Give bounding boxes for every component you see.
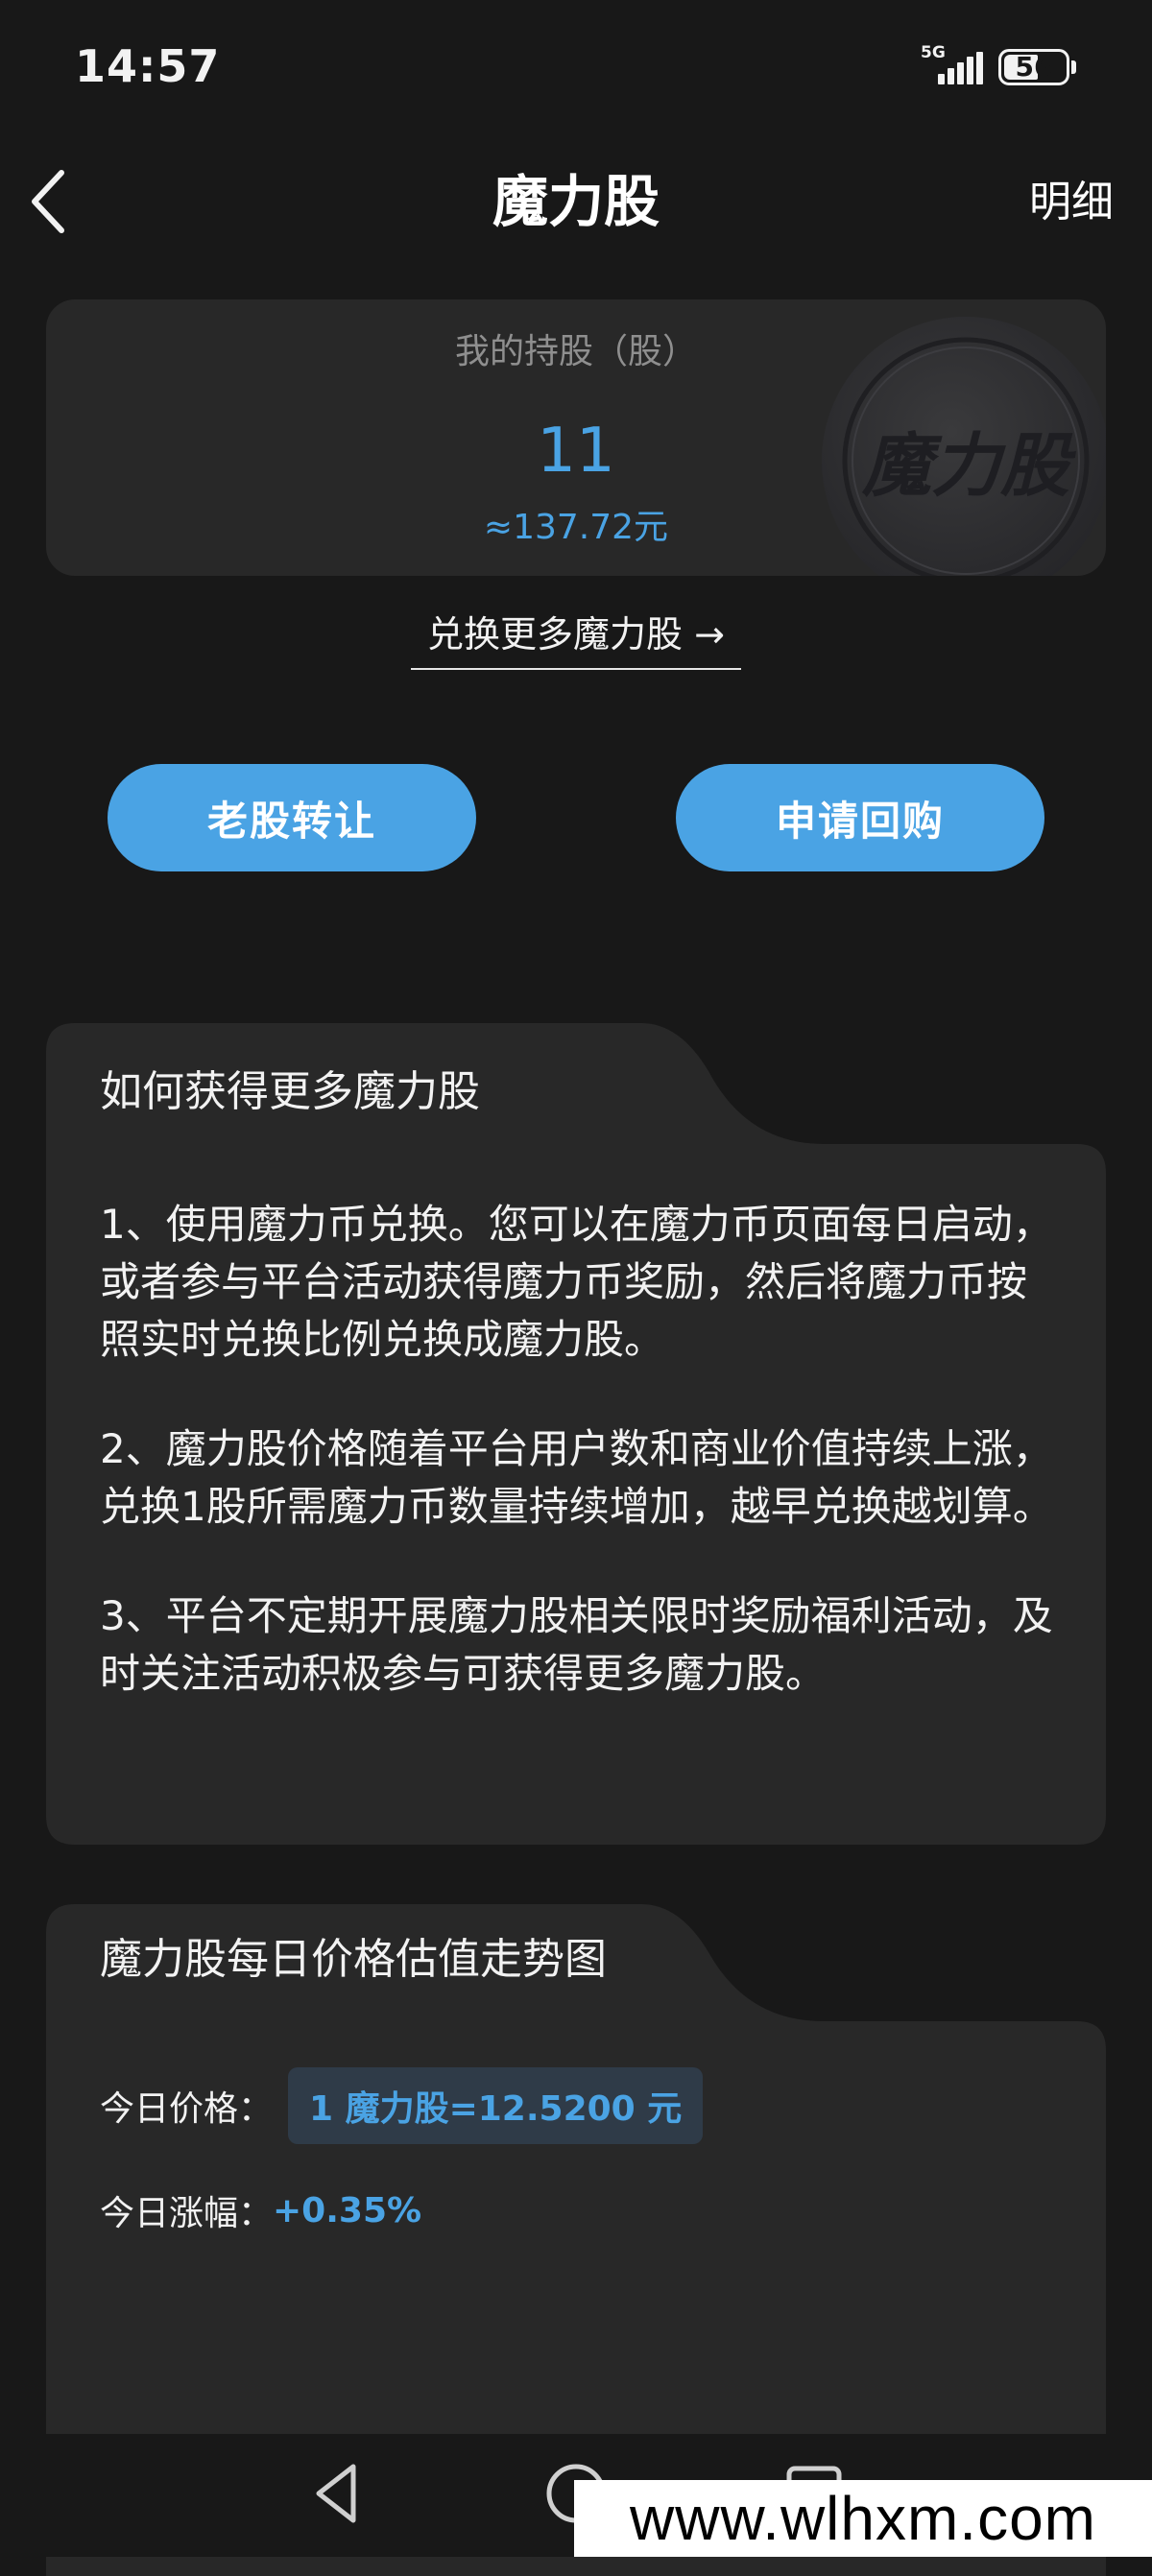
exchange-more-link[interactable]: 兑换更多魔力股 → [411, 607, 741, 670]
battery-level: 56 [1015, 51, 1053, 83]
buyback-button[interactable]: 申请回购 [676, 764, 1044, 871]
transfer-button[interactable]: 老股转让 [108, 764, 476, 871]
how-to-card: 如何获得更多魔力股 1、使用魔力币兑换。您可以在魔力币页面每日启动，或者参与平台… [46, 1023, 1106, 1845]
today-change-row: 今日涨幅： +0.35% [100, 2177, 421, 2244]
today-price-row: 今日价格： 1 魔力股=12.5200 元 [100, 2067, 704, 2144]
signal-icon [938, 52, 983, 84]
detail-button[interactable]: 明细 [1029, 171, 1114, 234]
today-change-value: +0.35% [273, 2190, 422, 2230]
how-to-list: 1、使用魔力币兑换。您可以在魔力币页面每日启动，或者参与平台活动获得魔力币奖励，… [100, 1196, 1060, 1703]
holdings-cny-value: ≈137.72元 [483, 508, 669, 547]
status-indicators: 5G 56 [917, 42, 1080, 90]
watermark: www.wlhxm.com [574, 2480, 1152, 2557]
price-trend-title: 魔力股每日价格估值走势图 [100, 1935, 607, 1984]
page-title: 魔力股 [492, 169, 660, 234]
triangle-back-icon[interactable] [300, 2434, 376, 2557]
today-change-label: 今日涨幅： [100, 2194, 274, 2233]
holdings-label: 我的持股（股） [454, 332, 697, 371]
how-to-item: 2、魔力股价格随着平台用户数和商业价值持续上涨，兑换1股所需魔力币数量持续增加，… [100, 1425, 1053, 1530]
today-price-label: 今日价格： [100, 2089, 274, 2129]
how-to-item: 3、平台不定期开展魔力股相关限时奖励福利活动，及时关注活动积极参与可获得更多魔力… [100, 1592, 1053, 1697]
status-time: 14:57 [75, 40, 221, 92]
battery-icon: 56 [998, 49, 1069, 85]
holdings-card: 魔力股 我的持股（股） 11 ≈137.72元 [46, 299, 1106, 576]
how-to-title: 如何获得更多魔力股 [100, 1067, 480, 1116]
holdings-value: 11 [537, 416, 615, 487]
how-to-item: 1、使用魔力币兑换。您可以在魔力币页面每日启动，或者参与平台活动获得魔力币奖励，… [100, 1201, 1053, 1363]
today-price-value: 1 魔力股=12.5200 元 [288, 2067, 704, 2144]
